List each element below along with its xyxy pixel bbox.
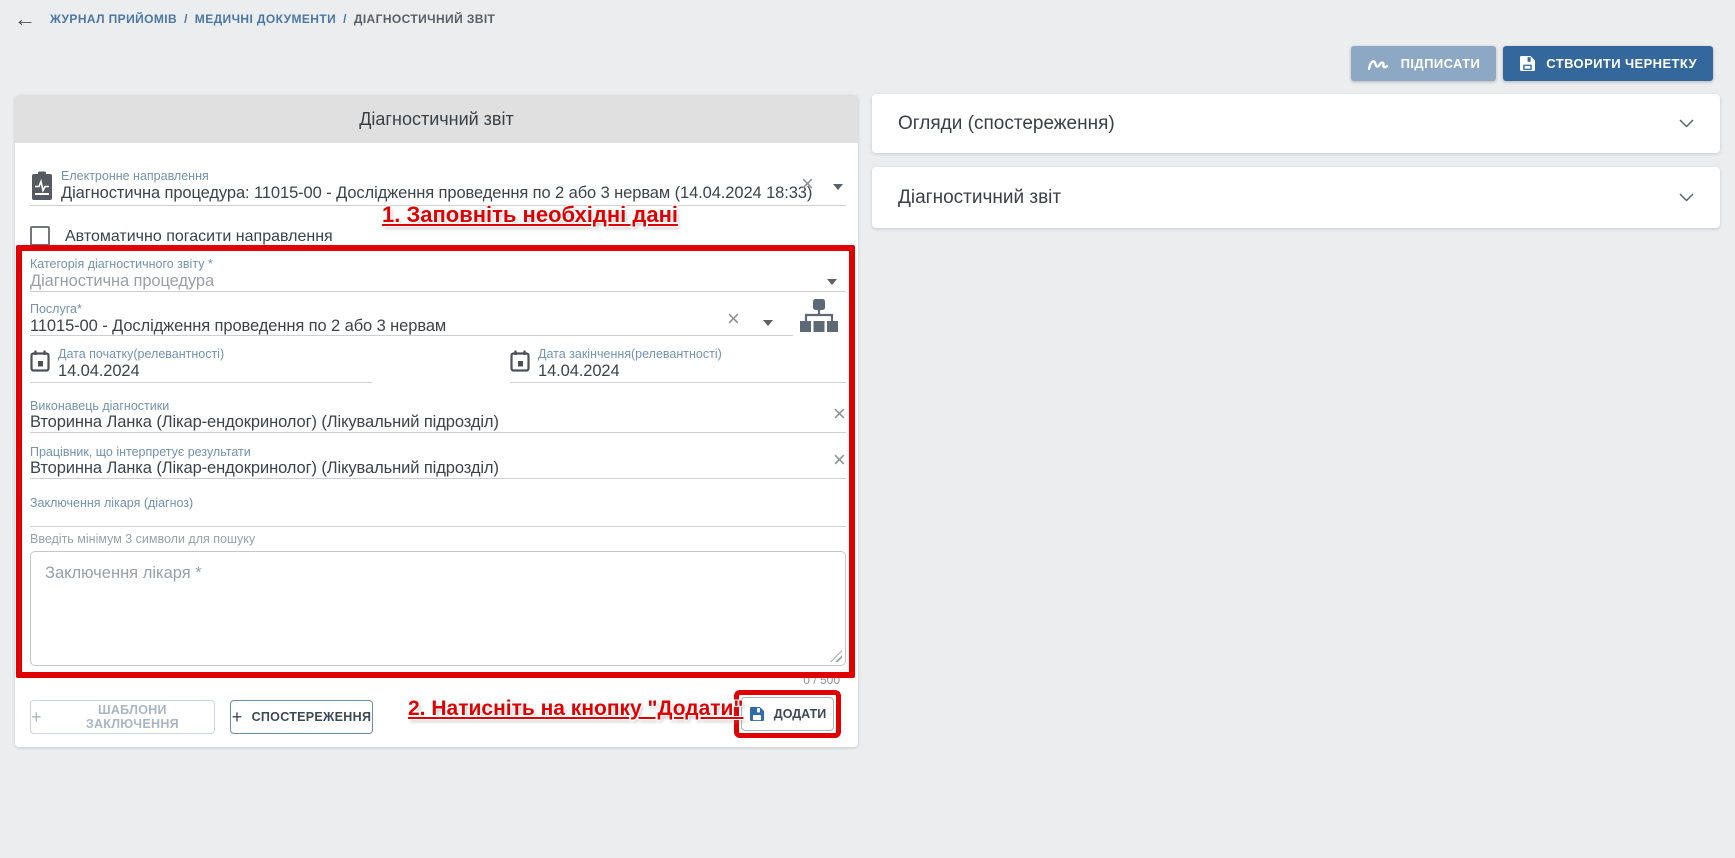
sitemap-icon[interactable] xyxy=(797,298,841,334)
date-start-label: Дата початку(релевантності) xyxy=(58,347,224,361)
add-button-label: ДОДАТИ xyxy=(774,707,826,721)
panel-diagnostic-report-title: Діагностичний звіт xyxy=(898,187,1061,209)
annotation-step1: 1. Заповніть необхідні дані xyxy=(382,202,678,228)
save-icon xyxy=(1519,55,1536,72)
add-button[interactable]: ДОДАТИ xyxy=(741,697,834,731)
date-end-underline xyxy=(510,382,846,383)
date-start-underline xyxy=(30,382,372,383)
referral-value[interactable]: Діагностична процедура: 11015-00 - Дослі… xyxy=(61,184,812,203)
date-end-label: Дата закінчення(релевантності) xyxy=(538,347,722,361)
observation-label: СПОСТЕРЕЖЕННЯ xyxy=(252,710,372,724)
breadcrumb-separator: / xyxy=(343,12,347,26)
referral-dropdown-icon[interactable] xyxy=(833,184,843,190)
calendar-icon[interactable] xyxy=(30,350,50,372)
referral-clear-icon[interactable]: × xyxy=(801,176,814,192)
signature-icon xyxy=(1367,56,1391,72)
sign-button-label: ПІДПИСАТИ xyxy=(1401,56,1481,71)
performer-clear-icon[interactable]: × xyxy=(833,406,846,422)
diagnosis-search-hint: Введіть мінімум 3 символи для пошуку xyxy=(30,532,255,546)
char-counter: 0 / 500 xyxy=(803,673,840,687)
category-value[interactable]: Діагностична процедура xyxy=(30,272,214,291)
panel-observations[interactable]: Огляди (спостереження) xyxy=(872,94,1720,153)
breadcrumb-current: ДІАГНОСТИЧНИЙ ЗВІТ xyxy=(354,12,495,26)
date-end-value[interactable]: 14.04.2024 xyxy=(538,362,620,381)
create-draft-button[interactable]: СТВОРИТИ ЧЕРНЕТКУ xyxy=(1503,46,1713,81)
page: ← ЖУРНАЛ ПРИЙОМІВ / МЕДИЧНІ ДОКУМЕНТИ / … xyxy=(0,0,1735,858)
form-header: Діагностичний звіт xyxy=(15,95,858,143)
diagnostic-report-form: Діагностичний звіт Електронне направленн… xyxy=(15,95,858,747)
breadcrumb-separator: / xyxy=(184,12,188,26)
category-underline xyxy=(30,291,846,292)
interpreter-value[interactable]: Вторинна Ланка (Лікар-ендокринолог) (Лік… xyxy=(30,459,499,478)
breadcrumb: ← ЖУРНАЛ ПРИЙОМІВ / МЕДИЧНІ ДОКУМЕНТИ / … xyxy=(14,6,495,32)
auto-cancel-label: Автоматично погасити направлення xyxy=(65,228,333,246)
service-clear-icon[interactable]: × xyxy=(727,311,740,327)
sign-button[interactable]: ПІДПИСАТИ xyxy=(1351,46,1497,81)
breadcrumb-medical-documents[interactable]: МЕДИЧНІ ДОКУМЕНТИ xyxy=(195,12,336,26)
category-label: Категорія діагностичного звіту * xyxy=(30,257,213,271)
interpreter-underline xyxy=(30,478,846,479)
performer-label: Виконавець діагностики xyxy=(30,399,169,413)
observation-button[interactable]: + СПОСТЕРЕЖЕННЯ xyxy=(230,700,373,734)
back-arrow-icon[interactable]: ← xyxy=(14,8,36,30)
conclusion-templates-button[interactable]: + ШАБЛОНИ ЗАКЛЮЧЕННЯ xyxy=(30,700,215,734)
create-draft-button-label: СТВОРИТИ ЧЕРНЕТКУ xyxy=(1546,56,1697,71)
service-underline xyxy=(30,335,793,336)
form-title: Діагностичний звіт xyxy=(359,109,514,130)
interpreter-label: Працівник, що інтерпретує результати xyxy=(30,445,251,459)
conclusion-textarea[interactable] xyxy=(30,551,846,666)
breadcrumb-items: ЖУРНАЛ ПРИЙОМІВ / МЕДИЧНІ ДОКУМЕНТИ / ДІ… xyxy=(50,12,495,26)
annotation-step2: 2. Натисніть на кнопку "Додати" xyxy=(408,697,743,721)
performer-value[interactable]: Вторинна Ланка (Лікар-ендокринолог) (Лік… xyxy=(30,413,499,432)
interpreter-clear-icon[interactable]: × xyxy=(833,452,846,468)
diagnosis-underline[interactable] xyxy=(30,526,846,527)
save-icon xyxy=(749,706,765,722)
performer-underline xyxy=(30,432,846,433)
category-dropdown-icon[interactable] xyxy=(827,279,837,285)
clipboard-pulse-icon xyxy=(30,171,54,201)
referral-label: Електронне направлення xyxy=(61,169,209,183)
panel-observations-title: Огляди (спостереження) xyxy=(898,113,1115,135)
calendar-icon[interactable] xyxy=(510,350,530,372)
diagnosis-label: Заключення лікаря (діагноз) xyxy=(30,496,193,510)
panel-diagnostic-report[interactable]: Діагностичний звіт xyxy=(872,167,1720,228)
service-dropdown-icon[interactable] xyxy=(763,320,773,326)
plus-icon: + xyxy=(31,708,42,726)
chevron-down-icon[interactable] xyxy=(1679,119,1694,128)
chevron-down-icon[interactable] xyxy=(1679,193,1694,202)
plus-icon: + xyxy=(232,708,243,726)
breadcrumb-journal[interactable]: ЖУРНАЛ ПРИЙОМІВ xyxy=(50,12,177,26)
service-label: Послуга* xyxy=(30,302,82,316)
service-value[interactable]: 11015-00 - Дослідження проведення по 2 а… xyxy=(30,317,446,336)
conclusion-templates-label: ШАБЛОНИ ЗАКЛЮЧЕННЯ xyxy=(51,703,214,731)
conclusion-field xyxy=(30,551,846,666)
auto-cancel-checkbox[interactable] xyxy=(30,226,50,246)
date-start-value[interactable]: 14.04.2024 xyxy=(58,362,140,381)
header-actions: ПІДПИСАТИ СТВОРИТИ ЧЕРНЕТКУ xyxy=(1351,46,1713,81)
